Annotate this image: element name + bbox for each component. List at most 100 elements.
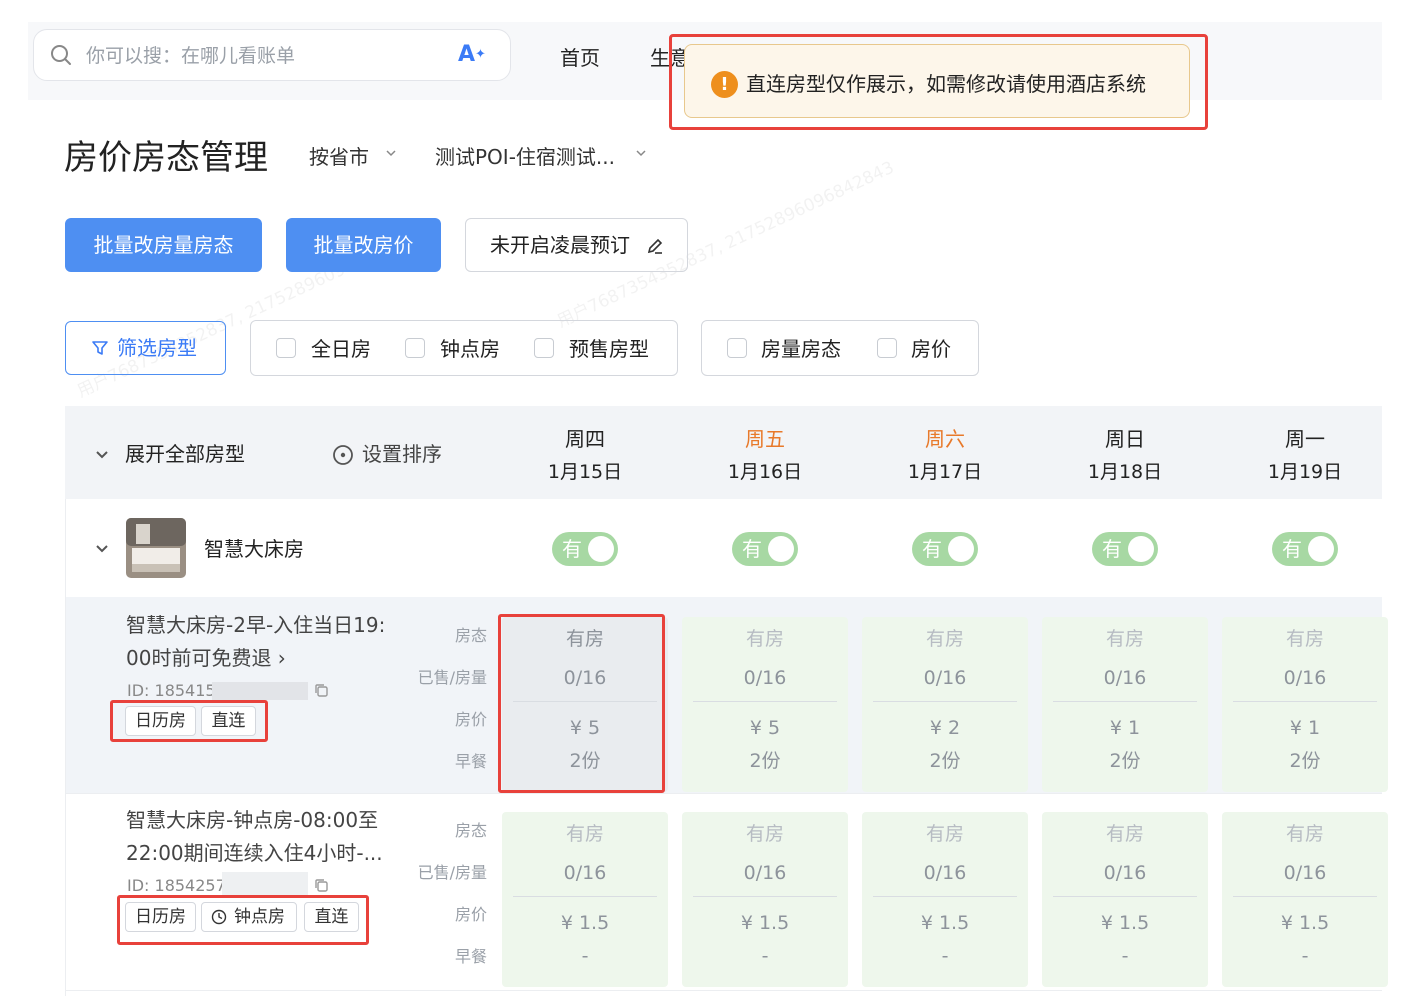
row-label: 房价 xyxy=(454,905,487,924)
day-weekday: 周六 xyxy=(925,427,965,451)
room-thumbnail xyxy=(126,518,186,578)
sort-setting-button[interactable]: 设置排序 xyxy=(362,441,442,467)
ai-sparkle-icon[interactable]: A✦ xyxy=(458,42,486,68)
cell-sold: 0/16 xyxy=(1103,862,1147,884)
day-weekday: 周五 xyxy=(745,427,785,451)
redaction xyxy=(212,682,308,700)
checkbox-label: 预售房型 xyxy=(569,337,649,361)
filter-room-type-button[interactable]: 筛选房型 xyxy=(65,321,226,375)
availability-toggle[interactable]: 有 xyxy=(1272,532,1338,566)
cell-price: ¥ 1 xyxy=(1289,717,1321,739)
day-date: 1月16日 xyxy=(727,461,803,483)
checkbox-price[interactable] xyxy=(877,338,897,358)
poi-selector[interactable]: 测试POI-住宿测试... xyxy=(435,144,615,170)
cell-breakfast: - xyxy=(1121,945,1129,967)
checkbox-label: 全日房 xyxy=(311,337,371,361)
checkbox-room-status[interactable] xyxy=(727,338,747,358)
copy-icon[interactable] xyxy=(314,878,329,893)
toggle-label: 有 xyxy=(1102,537,1122,561)
early-booking-button[interactable]: 未开启凌晨预订 xyxy=(465,218,688,272)
checkbox-label: 钟点房 xyxy=(440,337,500,361)
chevron-down-icon[interactable] xyxy=(95,448,109,462)
rate-cell[interactable]: 有房 0/16 ¥ 1.5 - xyxy=(682,812,848,987)
toggle-label: 有 xyxy=(742,537,762,561)
cell-price: ¥ 5 xyxy=(749,717,781,739)
chevron-down-icon xyxy=(386,150,396,157)
checkbox-full-day[interactable] xyxy=(276,338,296,358)
cell-status: 有房 xyxy=(1285,628,1324,650)
toggle-label: 有 xyxy=(922,537,942,561)
cell-sold: 0/16 xyxy=(743,667,787,689)
toggle-label: 有 xyxy=(1282,537,1302,561)
cell-sold: 0/16 xyxy=(1283,862,1327,884)
plan-id: ID: 185415 xyxy=(127,681,216,700)
row-label: 房态 xyxy=(454,626,487,645)
rate-cell[interactable]: 有房 0/16 ¥ 1.5 - xyxy=(1042,812,1208,987)
cell-divider xyxy=(693,896,837,897)
row-label: 房价 xyxy=(454,710,487,729)
highlight-box xyxy=(117,895,369,945)
room-name: 智慧大床房 xyxy=(204,537,304,561)
cell-price: ¥ 1.5 xyxy=(1100,912,1150,934)
cell-price: ¥ 1.5 xyxy=(920,912,970,934)
day-date: 1月15日 xyxy=(547,461,623,483)
checkbox-hourly[interactable] xyxy=(405,338,425,358)
cell-breakfast: 2份 xyxy=(929,750,961,772)
cell-divider xyxy=(693,701,837,702)
highlight-box xyxy=(110,700,268,742)
availability-toggle[interactable]: 有 xyxy=(1092,532,1158,566)
row-label: 房态 xyxy=(454,821,487,840)
rate-cell[interactable]: 有房 0/16 ¥ 1 2份 xyxy=(1222,617,1388,792)
availability-toggle[interactable]: 有 xyxy=(552,532,618,566)
cell-divider xyxy=(513,896,657,897)
cell-status: 有房 xyxy=(1105,823,1144,845)
search-icon xyxy=(51,45,71,65)
checkbox-label: 房量房态 xyxy=(761,337,841,361)
rate-cell[interactable]: 有房 0/16 ¥ 2 2份 xyxy=(862,617,1028,792)
day-date: 1月18日 xyxy=(1087,461,1163,483)
cell-price: ¥ 1 xyxy=(1109,717,1141,739)
plan-name[interactable]: 智慧大床房-2早-入住当日19: 00时前可免费退 › xyxy=(126,609,401,675)
cell-price: ¥ 1.5 xyxy=(1280,912,1330,934)
rate-cell[interactable]: 有房 0/16 ¥ 1.5 - xyxy=(502,812,668,987)
early-booking-label: 未开启凌晨预订 xyxy=(490,233,630,257)
cell-divider xyxy=(1233,701,1377,702)
cell-divider xyxy=(1233,896,1377,897)
rate-cell[interactable]: 有房 0/16 ¥ 1.5 - xyxy=(862,812,1028,987)
toggle-knob xyxy=(1128,536,1154,562)
expand-all-button[interactable]: 展开全部房型 xyxy=(125,441,245,467)
cell-sold: 0/16 xyxy=(923,862,967,884)
rate-cell[interactable]: 有房 0/16 ¥ 5 2份 xyxy=(682,617,848,792)
highlight-box xyxy=(669,34,1208,130)
day-weekday: 周日 xyxy=(1105,427,1145,451)
cell-status: 有房 xyxy=(925,823,964,845)
cell-divider xyxy=(1053,896,1197,897)
cell-breakfast: 2份 xyxy=(749,750,781,772)
toggle-knob xyxy=(768,536,794,562)
cell-price: ¥ 2 xyxy=(929,717,961,739)
row-label: 早餐 xyxy=(454,947,487,966)
chevron-down-icon[interactable] xyxy=(95,542,109,556)
region-selector[interactable]: 按省市 xyxy=(309,144,369,170)
checkbox-label: 房价 xyxy=(911,337,951,361)
row-label: 早餐 xyxy=(454,752,487,771)
rate-cell[interactable]: 有房 0/16 ¥ 1.5 - xyxy=(1222,812,1388,987)
cell-sold: 0/16 xyxy=(1103,667,1147,689)
batch-status-button[interactable]: 批量改房量房态 xyxy=(65,218,262,272)
checkbox-presale[interactable] xyxy=(534,338,554,358)
availability-toggle[interactable]: 有 xyxy=(912,532,978,566)
cell-breakfast: 2份 xyxy=(1109,750,1141,772)
plan-name[interactable]: 智慧大床房-钟点房-08:00至 22:00期间连续入住4小时-... xyxy=(126,804,401,870)
availability-toggle[interactable]: 有 xyxy=(732,532,798,566)
batch-price-button[interactable]: 批量改房价 xyxy=(286,218,441,272)
day-weekday: 周一 xyxy=(1285,427,1325,451)
cell-status: 有房 xyxy=(1285,823,1324,845)
nav-home[interactable]: 首页 xyxy=(560,45,600,71)
cell-breakfast: - xyxy=(941,945,949,967)
copy-icon[interactable] xyxy=(314,683,329,698)
cell-status: 有房 xyxy=(1105,628,1144,650)
toggle-label: 有 xyxy=(562,537,582,561)
rate-cell[interactable]: 有房 0/16 ¥ 1 2份 xyxy=(1042,617,1208,792)
cell-price: ¥ 1.5 xyxy=(560,912,610,934)
filter-icon xyxy=(92,341,108,355)
